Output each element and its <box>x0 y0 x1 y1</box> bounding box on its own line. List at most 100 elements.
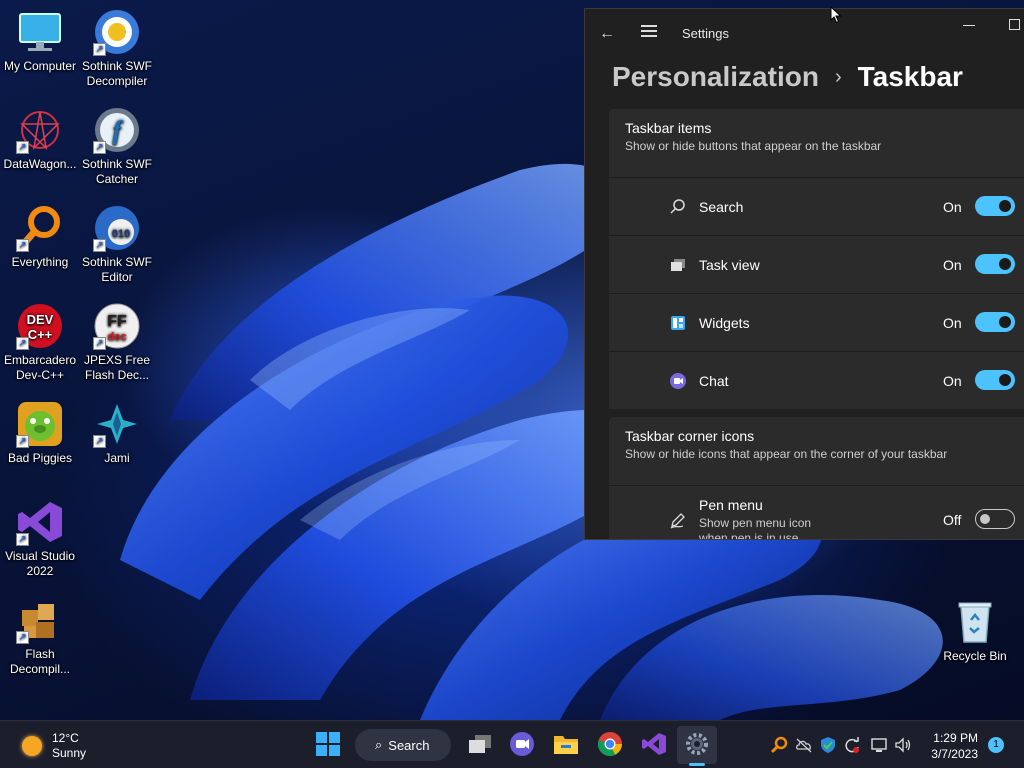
breadcrumb-personalization[interactable]: Personalization <box>612 61 819 93</box>
shortcut-arrow-icon: ↗ <box>16 141 29 154</box>
weather-widget[interactable]: 12°C Sunny <box>22 731 86 761</box>
desktop-icon-sothink-catcher[interactable]: f ↗ Sothink SWF Catcher <box>77 106 157 187</box>
desktop-icon-label: Recycle Bin <box>943 649 1007 663</box>
desktop-icon-label: Visual Studio 2022 <box>5 549 75 578</box>
setting-row-pen-menu: Pen menu Show pen menu icon when pen is … <box>609 485 1024 539</box>
active-app-indicator <box>689 763 705 766</box>
widgets-toggle[interactable] <box>975 312 1015 332</box>
shortcut-arrow-icon: ↗ <box>93 43 106 56</box>
task-view-icon <box>671 259 685 271</box>
visual-studio-icon[interactable] <box>641 731 667 757</box>
setting-row-search: Search On <box>609 177 1024 235</box>
start-icon[interactable] <box>315 731 341 757</box>
desktop-icon-recycle-bin[interactable]: Recycle Bin <box>935 598 1015 664</box>
sothink-editor-icon: 010 ↗ <box>93 204 141 252</box>
desktop-icon-visual-studio[interactable]: ↗ Visual Studio 2022 <box>0 498 80 579</box>
devcpp-icon: DEV C++ ↗ <box>16 302 64 350</box>
desktop-icon-label: Sothink SWF Editor <box>81 255 153 284</box>
desktop-icon-datawagon[interactable]: ↗ DataWagon... <box>0 106 80 172</box>
search-toggle[interactable] <box>975 196 1015 216</box>
breadcrumb-separator: › <box>834 65 842 88</box>
file-explorer-icon[interactable] <box>553 731 579 757</box>
onedrive-icon[interactable] <box>795 736 813 754</box>
desktop-icon-flash-decompiler[interactable]: ↗ Flash Decompil... <box>0 596 80 677</box>
chrome-icon[interactable] <box>597 731 623 757</box>
page-title: Taskbar <box>857 61 963 92</box>
desktop-icon-jpexs[interactable]: FF dec ↗ JPEXS Free Flash Dec... <box>77 302 157 383</box>
notification-badge[interactable]: 1 <box>988 737 1004 753</box>
shortcut-arrow-icon: ↗ <box>16 533 29 546</box>
shortcut-arrow-icon: ↗ <box>93 239 106 252</box>
bad-piggies-icon: ↗ <box>16 400 64 448</box>
desktop-icon-devcpp[interactable]: DEV C++ ↗ Embarcadero Dev-C++ <box>0 302 80 383</box>
display-icon[interactable] <box>870 736 888 754</box>
search-icon: ⌕ <box>375 737 383 752</box>
search-icon <box>670 199 685 214</box>
system-clock[interactable]: 1:29 PM 3/7/2023 <box>922 730 978 762</box>
desktop-icon-label: Bad Piggies <box>7 451 73 465</box>
sun-icon <box>22 736 42 756</box>
flash-decompiler-icon: ↗ <box>16 596 64 644</box>
setting-row-task-view: Task view On <box>609 235 1024 293</box>
widgets-icon <box>671 316 685 330</box>
corner-icons-header[interactable]: Taskbar corner icons Show or hide icons … <box>609 417 1024 485</box>
volume-icon[interactable] <box>894 736 912 754</box>
sync-icon[interactable] <box>843 736 861 754</box>
desktop-icon-jami[interactable]: ↗ Jami <box>77 400 157 466</box>
desktop-icon-sothink-editor[interactable]: 010 ↗ Sothink SWF Editor <box>77 204 157 285</box>
toggle-state-text: On <box>943 199 962 215</box>
task-view-icon[interactable] <box>467 731 493 757</box>
everything-search-icon: ↗ <box>16 204 64 252</box>
svg-text:010: 010 <box>112 228 130 240</box>
desktop-icon-label: Sothink SWF Catcher <box>81 157 153 186</box>
svg-text:C++: C++ <box>28 327 53 342</box>
sothink-catcher-icon: f ↗ <box>93 106 141 154</box>
desktop-icon-everything[interactable]: ↗ Everything <box>0 204 80 270</box>
section-title: Taskbar corner icons <box>625 428 755 444</box>
back-arrow-icon[interactable]: ← <box>599 25 615 43</box>
setting-label: Pen menu <box>699 497 763 513</box>
settings-gear-icon[interactable] <box>684 731 710 757</box>
desktop-icon-label: Jami <box>104 451 130 465</box>
taskbar-items-header[interactable]: Taskbar items Show or hide buttons that … <box>609 109 1024 177</box>
security-icon[interactable] <box>819 736 837 754</box>
minimize-button[interactable] <box>963 25 975 26</box>
section-subtitle: Show or hide icons that appear on the co… <box>625 447 948 461</box>
taskbar-corner-icons-section: Taskbar corner icons Show or hide icons … <box>609 417 1024 539</box>
breadcrumb: Personalization › Taskbar <box>612 57 963 97</box>
hamburger-menu-icon[interactable] <box>641 25 657 37</box>
clock-time: 1:29 PM <box>933 731 978 745</box>
maximize-button[interactable] <box>1009 19 1020 30</box>
everything-search-icon[interactable] <box>770 736 788 754</box>
window-title: Settings <box>682 26 729 41</box>
shortcut-arrow-icon: ↗ <box>16 631 29 644</box>
desktop-icon-label: DataWagon... <box>3 157 77 171</box>
title-bar: ← Settings <box>585 9 1024 57</box>
task-view-toggle[interactable] <box>975 254 1015 274</box>
toggle-state-text: Off <box>943 512 962 528</box>
desktop-icon-sothink-decompiler[interactable]: ↗ Sothink SWF Decompiler <box>77 8 157 89</box>
search-label: Search <box>388 737 430 753</box>
section-subtitle: Show or hide buttons that appear on the … <box>625 139 882 153</box>
setting-row-chat: Chat On <box>609 351 1024 409</box>
chat-icon[interactable] <box>509 731 535 757</box>
desktop-icon-label: Embarcadero Dev-C++ <box>3 353 77 382</box>
pen-menu-toggle[interactable] <box>975 509 1015 529</box>
mouse-cursor-icon <box>830 6 842 24</box>
desktop-icon-my-computer[interactable]: My Computer <box>0 8 80 74</box>
setting-row-widgets: Widgets On <box>609 293 1024 351</box>
desktop-icon-bad-piggies[interactable]: ↗ Bad Piggies <box>0 400 80 466</box>
desktop-icon-label: My Computer <box>3 59 77 73</box>
taskbar: 12°C Sunny ⌕ Search 1:29 PM 3/7/2023 1 <box>0 720 1024 768</box>
desktop-icon-label: Sothink SWF Decompiler <box>81 59 153 88</box>
clock-date: 3/7/2023 <box>931 747 978 761</box>
shortcut-arrow-icon: ↗ <box>93 337 106 350</box>
shortcut-arrow-icon: ↗ <box>93 435 106 448</box>
shortcut-arrow-icon: ↗ <box>16 337 29 350</box>
taskbar-search-button[interactable]: ⌕ Search <box>355 729 451 761</box>
toggle-state-text: On <box>943 257 962 273</box>
monitor-icon <box>16 8 64 56</box>
desktop-icon-label: Everything <box>11 255 69 269</box>
chat-toggle[interactable] <box>975 370 1015 390</box>
shortcut-arrow-icon: ↗ <box>93 141 106 154</box>
